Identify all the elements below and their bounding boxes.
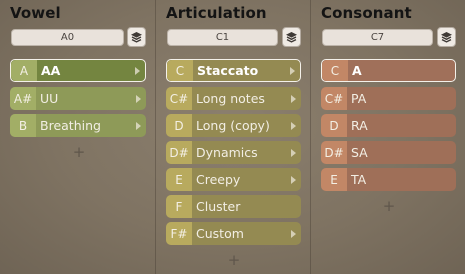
chevron-right-icon[interactable] <box>291 229 296 238</box>
list-item[interactable]: A AA <box>10 59 146 82</box>
item-label: Dynamics <box>196 145 258 160</box>
layers-icon <box>441 31 452 43</box>
column-title: Vowel <box>10 4 61 22</box>
column-title: Articulation <box>166 4 267 22</box>
layers-icon <box>286 31 297 43</box>
item-label: SA <box>351 145 368 160</box>
item-label: Creepy <box>196 172 241 187</box>
key-label: C# <box>166 87 192 110</box>
list-item[interactable]: F# Custom <box>166 222 301 245</box>
key-label: A# <box>10 87 36 110</box>
layers-icon <box>131 31 142 43</box>
list-item[interactable]: E TA <box>321 168 456 191</box>
item-label: Long notes <box>196 91 265 106</box>
key-label: C <box>167 60 193 81</box>
item-label: UU <box>40 91 59 106</box>
articulation-key-selector[interactable]: C1 <box>167 29 278 46</box>
key-label: D <box>166 114 192 137</box>
item-label: A <box>352 63 362 78</box>
vowel-key-selector[interactable]: A0 <box>11 29 124 46</box>
key-label: D# <box>166 141 192 164</box>
chevron-right-icon[interactable] <box>291 175 296 184</box>
list-item[interactable]: D RA <box>321 114 456 137</box>
chevron-right-icon[interactable] <box>136 121 141 130</box>
key-label: D# <box>321 141 347 164</box>
item-label: Cluster <box>196 199 241 214</box>
key-label: E <box>166 168 192 191</box>
vowel-column: Vowel A0 A AA A# UU B Breathing + <box>10 0 158 274</box>
chevron-right-icon[interactable] <box>291 148 296 157</box>
key-label: C# <box>321 87 347 110</box>
key-label: C <box>322 60 348 81</box>
consonant-key-selector[interactable]: C7 <box>322 29 433 46</box>
list-item[interactable]: F Cluster <box>166 195 301 218</box>
item-label: Long (copy) <box>196 118 270 133</box>
add-item-button[interactable]: + <box>69 143 89 161</box>
key-label: B <box>10 114 36 137</box>
chevron-right-icon[interactable] <box>135 66 140 75</box>
list-item[interactable]: C Staccato <box>166 59 301 82</box>
item-label: RA <box>351 118 368 133</box>
list-item[interactable]: D Long (copy) <box>166 114 301 137</box>
list-item[interactable]: D# Dynamics <box>166 141 301 164</box>
item-label: TA <box>351 172 367 187</box>
item-label: PA <box>351 91 367 106</box>
add-item-button[interactable]: + <box>224 251 244 269</box>
layers-button[interactable] <box>437 27 456 47</box>
item-label: Breathing <box>40 118 101 133</box>
chevron-right-icon[interactable] <box>136 94 141 103</box>
layers-button[interactable] <box>127 27 146 47</box>
add-item-button[interactable]: + <box>379 197 399 215</box>
item-label: Custom <box>196 226 244 241</box>
chevron-right-icon[interactable] <box>291 121 296 130</box>
key-label: E <box>321 168 347 191</box>
chevron-right-icon[interactable] <box>291 94 296 103</box>
list-item[interactable]: C# PA <box>321 87 456 110</box>
item-label: AA <box>41 63 61 78</box>
list-item[interactable]: E Creepy <box>166 168 301 191</box>
articulation-column: Articulation C1 C Staccato C# Long notes… <box>166 0 314 274</box>
chevron-right-icon[interactable] <box>290 66 295 75</box>
list-item[interactable]: B Breathing <box>10 114 146 137</box>
key-label: D <box>321 114 347 137</box>
consonant-column: Consonant C7 C A C# PA D RA D# SA E TA + <box>321 0 465 274</box>
list-item[interactable]: D# SA <box>321 141 456 164</box>
list-item[interactable]: C# Long notes <box>166 87 301 110</box>
layers-button[interactable] <box>282 27 301 47</box>
key-label: F# <box>166 222 192 245</box>
item-label: Staccato <box>197 63 259 78</box>
list-item[interactable]: A# UU <box>10 87 146 110</box>
list-item[interactable]: C A <box>321 59 456 82</box>
key-label: A <box>11 60 37 81</box>
key-label: F <box>166 195 192 218</box>
column-title: Consonant <box>321 4 412 22</box>
